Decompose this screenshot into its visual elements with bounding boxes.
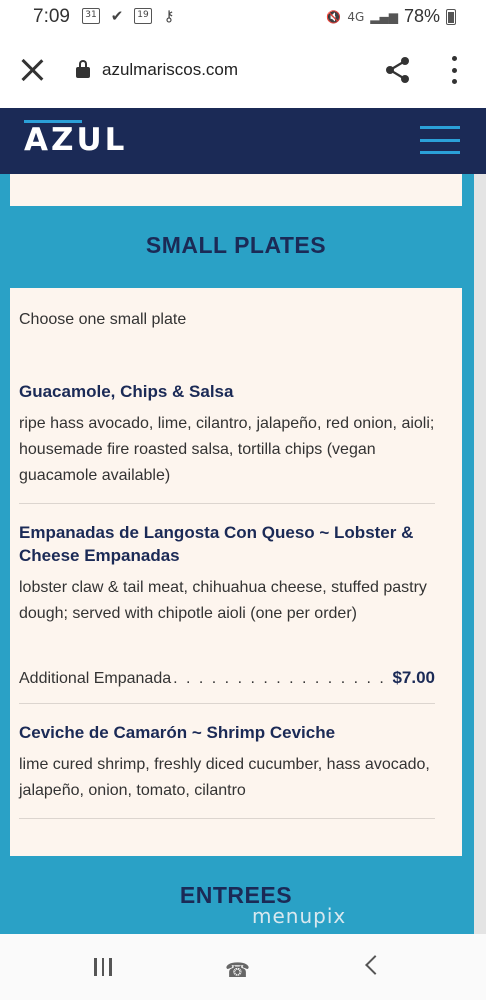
addon-price: $7.00 xyxy=(392,668,435,687)
recent-apps-icon[interactable] xyxy=(94,958,112,976)
menu-item-name: Empanadas de Langosta Con Queso ~ Lobste… xyxy=(19,523,414,565)
item-divider xyxy=(19,503,435,504)
lock-icon[interactable] xyxy=(76,60,90,78)
menu-item-description: lime cured shrimp, freshly diced cucumbe… xyxy=(19,756,430,799)
menu-item: Ceviche de Camarón ~ Shrimp Ceviche lime… xyxy=(19,721,435,804)
menu-page: SMALL PLATES Choose one small plate Guac… xyxy=(0,174,486,934)
more-options-icon[interactable] xyxy=(450,56,458,84)
network-label: 4G xyxy=(347,9,365,24)
url-text[interactable]: azulmariscos.com xyxy=(102,60,238,80)
menu-item-description: ripe hass avocado, lime, cilantro, jalap… xyxy=(19,415,435,484)
battery-text: 78% xyxy=(403,6,440,26)
browser-address-bar: azulmariscos.com xyxy=(0,34,486,108)
status-time: 7:09 xyxy=(33,6,70,27)
menu-item-name: Ceviche de Camarón ~ Shrimp Ceviche xyxy=(19,723,336,742)
item-divider xyxy=(19,818,435,819)
addon-leader-dots: . . . . . . . . . . . . . . . . . . . . … xyxy=(173,670,390,687)
watermark-logo: menupix xyxy=(252,904,347,928)
battery-icon xyxy=(446,8,456,25)
home-icon[interactable]: ☎ xyxy=(225,958,250,982)
section-title-entrees: ENTREES xyxy=(179,882,293,908)
menu-item-name: Guacamole, Chips & Salsa xyxy=(19,382,234,401)
menu-item-addon: Additional Empanada . . . . . . . . . . … xyxy=(19,668,435,688)
notification-icons: 31 ✔ 19 ⚷ xyxy=(82,8,178,24)
mute-icon: 🔇 xyxy=(326,9,342,24)
addon-label: Additional Empanada xyxy=(19,670,172,687)
menu-hamburger-icon[interactable] xyxy=(420,126,460,154)
calendar-icon: 31 xyxy=(82,8,100,24)
page-margin xyxy=(474,174,486,934)
section-intro: Choose one small plate xyxy=(19,311,187,328)
previous-card-end xyxy=(10,174,462,206)
share-icon[interactable] xyxy=(384,56,412,84)
menu-item-description: lobster claw & tail meat, chihuahua chee… xyxy=(19,579,427,622)
status-right: 🔇 4G ▂▄▆ 78% xyxy=(326,6,456,27)
signal-icon: ▂▄▆ xyxy=(370,9,398,24)
menu-item: Empanadas de Langosta Con Queso ~ Lobste… xyxy=(19,521,435,627)
system-nav-bar: ☎ xyxy=(0,934,486,1000)
key-icon: ⚷ xyxy=(163,7,175,25)
section-title-small-plates: SMALL PLATES xyxy=(145,232,327,258)
close-icon[interactable] xyxy=(20,58,44,82)
site-logo[interactable]: AZUL xyxy=(24,122,127,158)
menu-item: Guacamole, Chips & Salsa ripe hass avoca… xyxy=(19,380,435,489)
site-header: AZUL xyxy=(0,108,486,174)
check-icon: ✔ xyxy=(110,7,124,25)
status-bar: 7:09 31 ✔ 19 ⚷ 🔇 4G ▂▄▆ 78% xyxy=(0,0,486,34)
calendar-date-icon: 19 xyxy=(134,8,152,24)
item-divider xyxy=(19,703,435,704)
back-icon[interactable] xyxy=(365,955,385,975)
